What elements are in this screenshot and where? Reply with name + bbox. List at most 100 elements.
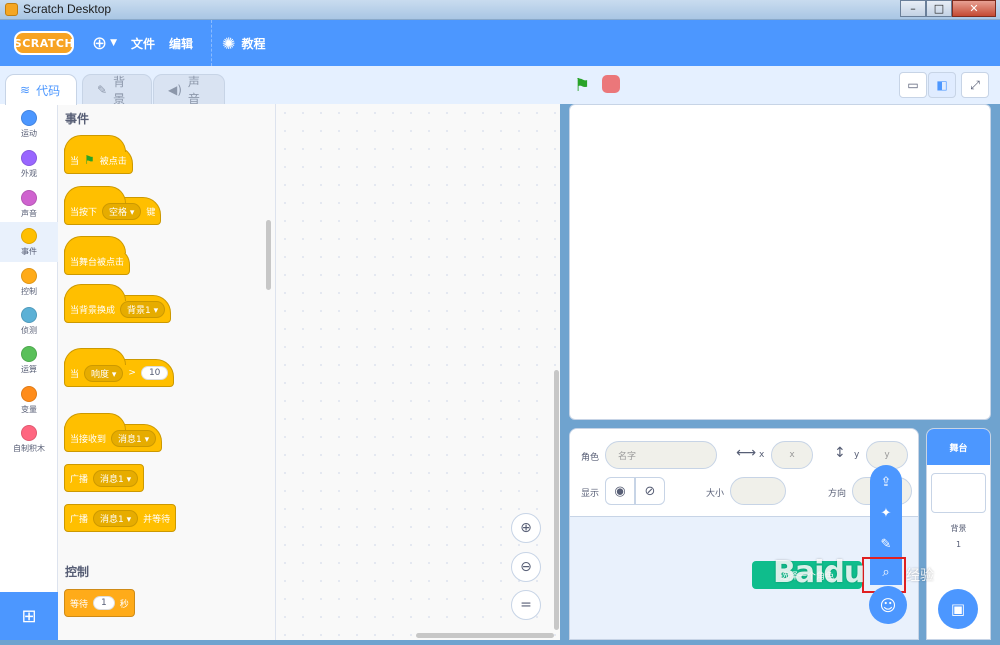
- broadcast-and-wait-block[interactable]: 广播 消息1 ▾ 并等待: [64, 504, 177, 532]
- block-text: 键: [146, 207, 156, 218]
- window-titlebar: Scratch Desktop – □ ✕: [0, 0, 1000, 20]
- edit-menu[interactable]: 编辑: [169, 35, 193, 52]
- category-label: 声音: [21, 209, 37, 218]
- sensor-dropdown[interactable]: 响度 ▾: [84, 364, 124, 382]
- sprite-name-input[interactable]: 名字: [605, 441, 717, 469]
- message-dropdown[interactable]: 消息1 ▾: [111, 429, 157, 447]
- upload-sprite-button[interactable]: ⇪: [870, 468, 902, 496]
- when-greater-than-block[interactable]: 当 响度 ▾ > 10: [64, 348, 175, 387]
- backdrop-dropdown[interactable]: 背景1 ▾: [120, 300, 166, 318]
- upload-icon: ⇪: [880, 474, 892, 490]
- eye-icon: ◉: [614, 483, 626, 499]
- category-events[interactable]: 事件: [0, 222, 58, 262]
- block-text: 当按下: [70, 207, 98, 218]
- zoom-reset-button[interactable]: =: [511, 590, 541, 620]
- category-dot: [21, 307, 37, 323]
- y-label: y: [854, 450, 860, 460]
- when-flag-clicked-block[interactable]: 当 ⚑ 被点击: [64, 135, 133, 174]
- tab-backdrops[interactable]: ✎ 背景: [82, 74, 152, 106]
- control-heading: 控制: [65, 565, 90, 579]
- workspace-horizontal-scrollbar[interactable]: [416, 633, 554, 638]
- tab-code-label: 代码: [36, 83, 61, 98]
- zoom-out-button[interactable]: ⊖: [511, 552, 541, 582]
- block-text: 当: [70, 369, 80, 380]
- script-workspace[interactable]: ⊕ ⊖ =: [276, 104, 560, 640]
- close-button[interactable]: ✕: [952, 0, 996, 17]
- message-dropdown[interactable]: 消息1 ▾: [93, 469, 139, 487]
- wait-block[interactable]: 等待 1 秒: [64, 589, 135, 617]
- surprise-sprite-button[interactable]: ✦: [870, 499, 902, 527]
- message-dropdown[interactable]: 消息1 ▾: [93, 509, 139, 527]
- backdrops-label: 背景: [950, 524, 967, 533]
- editor-tabs: ≋ 代码 ✎ 背景 ◀) 声音: [0, 66, 560, 106]
- category-label: 运算: [21, 365, 37, 374]
- globe-icon: ⊕: [92, 32, 108, 54]
- category-my-blocks[interactable]: 自制积木: [0, 419, 58, 459]
- category-operators[interactable]: 运算: [0, 340, 58, 380]
- broadcast-block[interactable]: 广播 消息1 ▾: [64, 464, 145, 492]
- size-input[interactable]: [730, 477, 786, 505]
- block-text: 秒: [119, 599, 129, 610]
- maximize-button[interactable]: □: [926, 0, 952, 17]
- show-label: 显示: [581, 489, 600, 499]
- block-text: 等待: [70, 599, 89, 610]
- stage-canvas[interactable]: [569, 104, 991, 420]
- category-dot: [21, 386, 37, 402]
- stage-pane-header: 舞台: [927, 429, 990, 465]
- threshold-input[interactable]: 10: [140, 366, 169, 380]
- workspace-vertical-scrollbar[interactable]: [554, 370, 559, 630]
- code-icon: ≋: [20, 83, 31, 97]
- lightbulb-icon: ✺: [222, 33, 236, 53]
- zoom-in-button[interactable]: ⊕: [511, 513, 541, 543]
- minimize-button[interactable]: –: [900, 0, 926, 17]
- tab-code[interactable]: ≋ 代码: [5, 74, 77, 105]
- paint-sprite-button[interactable]: ✎: [870, 530, 902, 558]
- hide-sprite-button[interactable]: ⊘: [635, 477, 665, 505]
- category-dot: [21, 110, 37, 126]
- category-sound[interactable]: 声音: [0, 184, 58, 224]
- when-stage-clicked-block[interactable]: 当舞台被点击: [64, 236, 131, 275]
- menu-bar: SCRATCH ⊕ ▼ 文件 编辑 ✺ 教程: [0, 20, 1000, 66]
- small-stage-button[interactable]: ▭: [899, 72, 927, 98]
- when-receive-block[interactable]: 当接收到 消息1 ▾: [64, 413, 163, 452]
- category-sensing[interactable]: 侦测: [0, 301, 58, 341]
- choose-backdrop-button[interactable]: ▣: [938, 589, 978, 629]
- add-extension-button[interactable]: ⊞: [0, 592, 58, 640]
- file-menu[interactable]: 文件: [131, 35, 155, 52]
- x-input[interactable]: x: [771, 441, 813, 469]
- scratch-logo[interactable]: SCRATCH: [14, 31, 74, 55]
- fullscreen-button[interactable]: ⤢: [961, 72, 989, 98]
- window-title: Scratch Desktop: [23, 2, 112, 16]
- backdrops-count: 1: [955, 540, 962, 549]
- eye-off-icon: ⊘: [644, 483, 656, 499]
- stop-icon[interactable]: [602, 75, 620, 93]
- tab-sounds[interactable]: ◀) 声音: [153, 74, 225, 106]
- category-variables[interactable]: 变量: [0, 380, 58, 420]
- zoom-in-icon: ⊕: [520, 520, 532, 536]
- wait-seconds-input[interactable]: 1: [93, 596, 115, 610]
- tutorials-menu[interactable]: ✺ 教程: [222, 34, 265, 53]
- caret-down-icon: ▼: [110, 38, 118, 48]
- category-dot: [21, 150, 37, 166]
- category-control[interactable]: 控制: [0, 262, 58, 302]
- menu-divider: [211, 20, 213, 66]
- normal-stage-button[interactable]: ◧: [928, 72, 956, 98]
- green-flag-icon[interactable]: ⚑: [574, 75, 590, 96]
- category-label: 侦测: [21, 326, 37, 335]
- x-label: x: [759, 450, 765, 460]
- sprite-info: 角色 名字 ⟷ x x ↕ y y 显示 ◉ ⊘ 大小 方向: [570, 429, 918, 517]
- image-icon: ▣: [950, 600, 966, 618]
- category-motion[interactable]: 运动: [0, 104, 58, 144]
- palette-scrollbar[interactable]: [266, 220, 271, 290]
- when-backdrop-switches-block[interactable]: 当背景换成 背景1 ▾: [64, 284, 172, 323]
- key-dropdown[interactable]: 空格 ▾: [102, 202, 142, 220]
- choose-sprite-button[interactable]: ☺: [869, 586, 907, 624]
- category-label: 控制: [21, 287, 37, 296]
- show-sprite-button[interactable]: ◉: [605, 477, 635, 505]
- when-key-pressed-block[interactable]: 当按下 空格 ▾ 键: [64, 186, 162, 225]
- tutorials-label: 教程: [241, 36, 266, 51]
- category-looks[interactable]: 外观: [0, 144, 58, 184]
- language-menu[interactable]: ⊕ ▼: [92, 33, 117, 54]
- stage-thumbnail[interactable]: [931, 473, 986, 513]
- category-label: 自制积木: [13, 444, 45, 453]
